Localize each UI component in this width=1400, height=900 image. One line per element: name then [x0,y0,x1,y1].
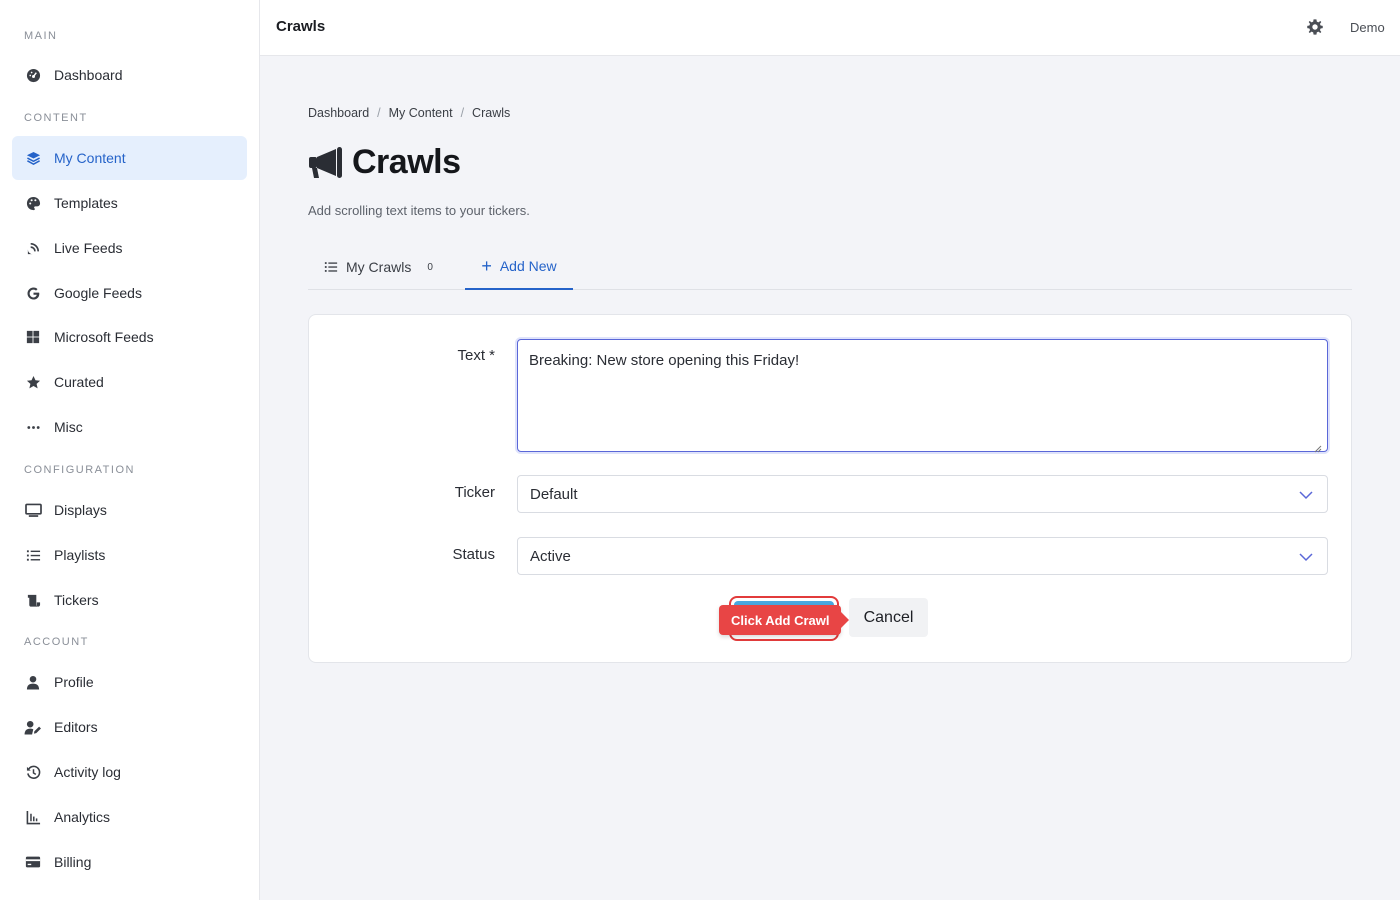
topbar-title: Crawls [276,18,326,35]
count-badge: 0 [427,261,433,273]
cancel-button[interactable]: Cancel [849,598,928,637]
sidebar-item-analytics[interactable]: Analytics [12,795,247,839]
windows-icon [24,328,42,346]
text-field-label: Text * [457,347,495,364]
tab-label: Add New [499,258,557,274]
ticker-select[interactable]: Default [517,475,1328,513]
section-label-main: MAIN [24,30,58,42]
list-icon [324,260,338,274]
sidebar-item-label: Live Feeds [54,240,123,256]
satellite-dish-icon [24,239,42,257]
sidebar-item-label: Activity log [54,764,121,780]
sidebar-item-billing[interactable]: Billing [12,840,247,884]
list-icon [24,546,42,564]
google-icon [24,284,42,302]
tutorial-hint-tooltip: Click Add Crawl [719,605,851,635]
resize-handle-icon[interactable] [1314,440,1322,453]
section-label-content: CONTENT [24,112,88,124]
sidebar-item-dashboard[interactable]: Dashboard [12,53,247,97]
monitor-icon [24,501,42,519]
page-heading: Crawls [352,143,461,181]
palette-icon [24,194,42,212]
sidebar-item-microsoft-feeds[interactable]: Microsoft Feeds [12,315,247,359]
section-label-account: ACCOUNT [24,636,89,648]
breadcrumb-my-content[interactable]: My Content [389,106,453,120]
sidebar-item-label: Microsoft Feeds [54,329,154,345]
sidebar-item-label: Tickers [54,592,99,608]
sidebar-item-label: My Content [54,150,126,166]
status-select-value: Active [530,547,571,565]
layers-icon [24,149,42,167]
sidebar-item-live-feeds[interactable]: Live Feeds [12,226,247,270]
sidebar-item-editors[interactable]: Editors [12,705,247,749]
breadcrumb: Dashboard / My Content / Crawls [308,106,510,120]
credit-card-icon [24,853,42,871]
scroll-icon [24,591,42,609]
sidebar-item-label: Playlists [54,547,106,563]
user-icon [24,673,42,691]
tab-my-crawls[interactable]: My Crawls 0 [308,244,433,290]
status-field-label: Status [452,546,495,563]
tabs: My Crawls 0 + Add New [308,244,1352,290]
tab-add-new[interactable]: + Add New [465,244,573,290]
sidebar-item-label: Profile [54,674,94,690]
section-label-configuration: CONFIGURATION [24,464,135,476]
sidebar: MAIN Dashboard CONTENT My Content Templa… [0,0,260,900]
sidebar-item-label: Dashboard [54,67,123,83]
breadcrumb-separator: / [377,106,381,120]
tab-label: My Crawls [346,259,412,275]
breadcrumb-separator: / [460,106,465,120]
sidebar-item-activity-log[interactable]: Activity log [12,750,247,794]
text-field[interactable]: Breaking: New store opening this Friday! [517,339,1328,452]
gear-icon[interactable] [1306,18,1326,38]
sidebar-item-profile[interactable]: Profile [12,660,247,704]
sidebar-item-tickers[interactable]: Tickers [12,578,247,622]
ticker-select-value: Default [530,485,578,503]
user-menu[interactable]: Demo [1350,20,1385,35]
sidebar-item-label: Displays [54,502,107,518]
chevron-down-icon [1299,550,1313,564]
add-crawl-form: Text * Breaking: New store opening this … [308,314,1352,663]
sidebar-item-label: Billing [54,854,92,870]
ticker-field-label: Ticker [454,484,495,501]
sidebar-item-label: Curated [54,374,104,390]
megaphone-icon [308,145,344,181]
page-subtitle: Add scrolling text items to your tickers… [308,203,530,218]
sidebar-item-curated[interactable]: Curated [12,360,247,404]
history-icon [24,763,42,781]
breadcrumb-dashboard[interactable]: Dashboard [308,106,369,120]
sidebar-item-label: Templates [54,195,118,211]
breadcrumb-current: Crawls [472,106,511,120]
sidebar-item-playlists[interactable]: Playlists [12,533,247,577]
page-title: Crawls [308,143,461,182]
sidebar-item-google-feeds[interactable]: Google Feeds [12,271,247,315]
user-edit-icon [24,718,42,736]
sidebar-item-label: Misc [54,419,83,435]
sidebar-item-my-content[interactable]: My Content [12,136,247,180]
sidebar-item-label: Google Feeds [54,285,142,301]
sidebar-item-label: Editors [54,719,98,735]
top-bar: Crawls Demo [260,0,1400,56]
sidebar-item-displays[interactable]: Displays [12,488,247,532]
chevron-down-icon [1299,488,1313,502]
dashboard-gauge-icon [24,66,42,84]
star-icon [24,373,42,391]
sidebar-item-label: Analytics [54,809,111,825]
ellipsis-icon [24,418,42,436]
status-select[interactable]: Active [517,537,1328,575]
plus-icon: + [481,256,492,276]
sidebar-item-templates[interactable]: Templates [12,181,247,225]
chart-icon [24,808,42,826]
sidebar-item-misc[interactable]: Misc [12,405,247,449]
